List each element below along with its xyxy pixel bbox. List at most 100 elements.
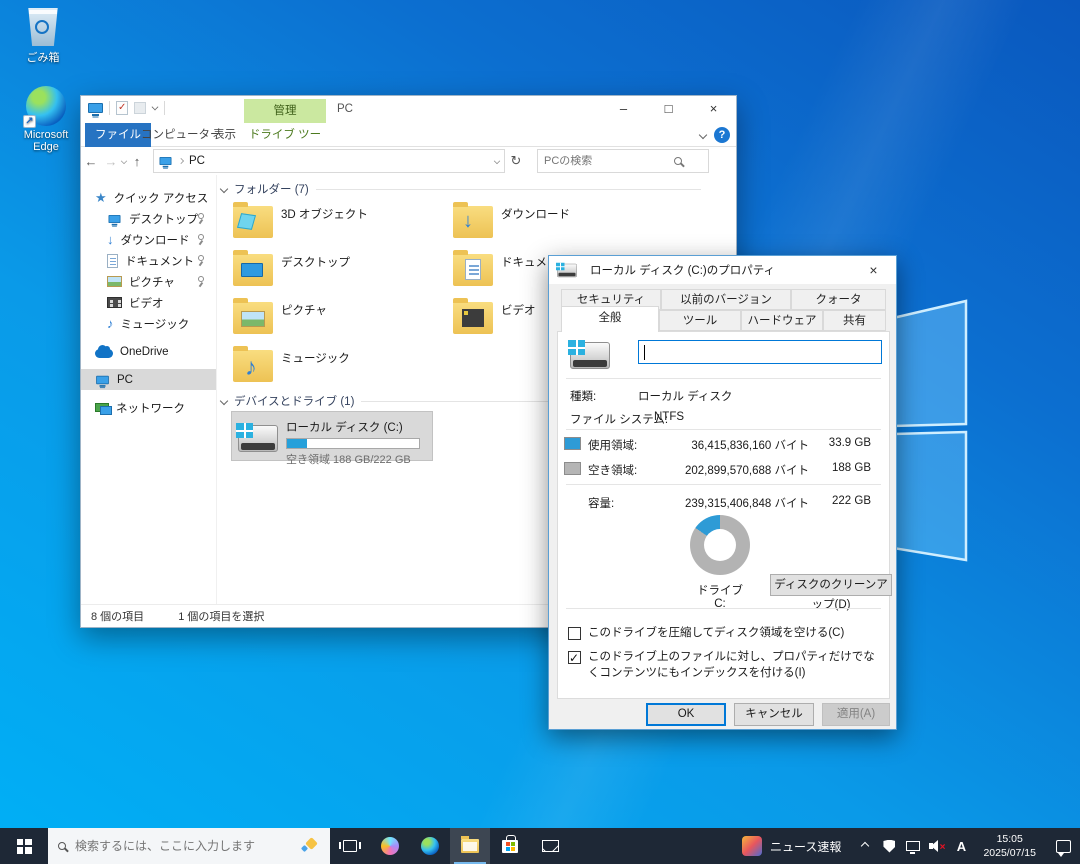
group-header-folders[interactable]: フォルダー (7) <box>221 181 701 197</box>
free-space-bytes: 202,899,570,688 バイト <box>659 462 809 478</box>
sidebar-item-quick-access[interactable]: ★クイック アクセス <box>81 187 216 208</box>
apply-button[interactable]: 適用(A) <box>822 703 890 726</box>
help-icon[interactable]: ? <box>714 127 730 143</box>
selected-count: 1 個の項目を選択 <box>178 608 264 624</box>
ribbon-collapse-icon[interactable] <box>699 131 707 139</box>
sidebar-item-pc[interactable]: PC <box>81 369 216 390</box>
folder-tile-downloads[interactable]: ↓ ダウンロード <box>449 199 661 245</box>
explorer-titlebar[interactable]: 管理 PC – □ × <box>81 96 736 123</box>
document-icon <box>107 254 118 268</box>
tab-quota[interactable]: クォータ <box>791 289 886 310</box>
address-dropdown-icon[interactable] <box>494 158 500 164</box>
sidebar-item-videos[interactable]: ビデオ <box>81 292 216 313</box>
edge-button[interactable] <box>410 828 450 864</box>
used-space-swatch <box>564 437 581 450</box>
tab-hardware[interactable]: ハードウェア <box>741 310 823 331</box>
file-explorer-button[interactable] <box>450 828 490 864</box>
minimize-button[interactable]: – <box>601 96 646 123</box>
recycle-symbol-icon <box>35 20 49 34</box>
cancel-button[interactable]: キャンセル <box>734 703 814 726</box>
taskbar-search[interactable] <box>48 828 330 864</box>
compress-checkbox-row[interactable]: このドライブを圧縮してディスク領域を空ける(C) <box>568 626 884 642</box>
folder-label: ダウンロード <box>501 199 570 245</box>
sidebar-item-pictures[interactable]: ピクチャ <box>81 271 216 292</box>
capacity-donut <box>690 515 750 575</box>
sidebar-item-downloads[interactable]: ↓ダウンロード <box>81 229 216 250</box>
recycle-bin-label: ごみ箱 <box>8 49 78 65</box>
folder-tile-3d-objects[interactable]: 3D オブジェクト <box>229 199 441 245</box>
sidebar-item-label: ミュージック <box>121 316 190 332</box>
taskbar-clock[interactable]: 15:05 2025/07/15 <box>973 828 1046 864</box>
search-icon[interactable] <box>674 157 682 165</box>
tab-general[interactable]: 全般 <box>561 306 659 332</box>
clock-date: 2025/07/15 <box>983 846 1036 860</box>
computer-icon[interactable] <box>88 103 103 113</box>
search-box[interactable] <box>537 149 709 173</box>
store-button[interactable] <box>490 828 530 864</box>
maximize-button[interactable]: □ <box>646 96 691 123</box>
network-tray-button[interactable] <box>901 828 925 864</box>
disk-cleanup-button[interactable]: ディスクのクリーンアップ(D) <box>770 574 892 596</box>
sidebar-item-onedrive[interactable]: OneDrive <box>81 341 216 362</box>
compress-checkbox[interactable] <box>568 627 581 640</box>
dialog-titlebar[interactable]: ローカル ディスク (C:)のプロパティ × <box>549 256 896 284</box>
new-folder-icon[interactable] <box>134 102 146 114</box>
start-button[interactable] <box>0 828 48 864</box>
close-button[interactable]: × <box>691 96 736 123</box>
back-icon[interactable]: ← <box>81 154 101 169</box>
volume-tray-button[interactable]: × <box>925 828 949 864</box>
folder-tile-pictures[interactable]: ピクチャ <box>229 295 441 341</box>
address-box[interactable]: PC <box>153 149 505 173</box>
desktop-icon-recycle-bin[interactable]: ごみ箱 <box>8 8 78 65</box>
tab-drive-tools[interactable]: ドライブ ツール <box>244 123 326 147</box>
sidebar-item-desktop[interactable]: デスクトップ <box>81 208 216 229</box>
task-view-button[interactable] <box>330 828 370 864</box>
sidebar-item-music[interactable]: ♪ミュージック <box>81 313 216 334</box>
search-input[interactable] <box>544 155 674 167</box>
sidebar-item-network[interactable]: ネットワーク <box>81 397 216 418</box>
ime-indicator[interactable]: A <box>949 828 973 864</box>
windows-flag-icon <box>236 423 253 438</box>
properties-icon[interactable] <box>116 101 128 115</box>
desktop-icon-edge[interactable]: ↗ Microsoft Edge <box>11 86 81 153</box>
copilot-button[interactable] <box>370 828 410 864</box>
action-center-button[interactable] <box>1046 828 1080 864</box>
sidebar-item-label: クイック アクセス <box>114 190 209 206</box>
close-icon[interactable]: × <box>851 256 896 284</box>
index-checkbox-row[interactable]: このドライブ上のファイルに対し、プロパティだけでなくコンテンツにもインデックスを… <box>568 650 884 681</box>
taskbar-search-input[interactable] <box>75 839 293 853</box>
news-widget[interactable]: ニュース速報 <box>730 828 853 864</box>
forward-icon[interactable]: → <box>101 154 121 169</box>
index-checkbox-label: このドライブ上のファイルに対し、プロパティだけでなくコンテンツにもインデックスを… <box>588 650 884 681</box>
donut-label: ドライブ C: <box>690 582 750 610</box>
tab-sharing[interactable]: 共有 <box>823 310 886 331</box>
tab-tools[interactable]: ツール <box>659 310 741 331</box>
ok-button[interactable]: OK <box>646 703 726 726</box>
copilot-icon <box>381 837 399 855</box>
system-tray: ニュース速報 × A 15:05 2025/07/15 <box>730 828 1080 864</box>
document-sheet-icon <box>465 259 481 280</box>
mail-button[interactable] <box>530 828 570 864</box>
sidebar-item-documents[interactable]: ドキュメント <box>81 250 216 271</box>
index-checkbox[interactable] <box>568 651 581 664</box>
defender-tray-button[interactable] <box>877 828 901 864</box>
folder-tile-music[interactable]: ♪ ミュージック <box>229 343 441 389</box>
customize-qat-icon[interactable] <box>152 103 159 110</box>
tab-previous-versions[interactable]: 以前のバージョン <box>661 289 791 310</box>
collapse-icon[interactable] <box>220 185 228 193</box>
action-center-icon <box>1056 840 1071 853</box>
up-icon[interactable]: ↑ <box>127 154 147 169</box>
folder-tile-desktop[interactable]: デスクトップ <box>229 247 441 293</box>
show-hidden-icons-button[interactable] <box>853 828 877 864</box>
drive-tile-c[interactable]: ローカル ディスク (C:) 空き領域 188 GB/222 GB <box>231 411 433 461</box>
desktop: ごみ箱 ↗ Microsoft Edge 管理 PC – □ × ファイル <box>0 0 1080 864</box>
contextual-tab-group[interactable]: 管理 <box>244 99 326 123</box>
collapse-icon[interactable] <box>220 397 228 405</box>
folder-label: デスクトップ <box>281 247 350 293</box>
breadcrumb[interactable]: PC <box>189 155 205 167</box>
sidebar-item-label: ビデオ <box>129 295 164 311</box>
refresh-icon[interactable]: ↻ <box>505 153 527 169</box>
breadcrumb-chevron-icon[interactable] <box>178 158 184 164</box>
tab-view[interactable]: 表示 <box>203 123 246 147</box>
volume-label-input[interactable] <box>638 340 882 364</box>
